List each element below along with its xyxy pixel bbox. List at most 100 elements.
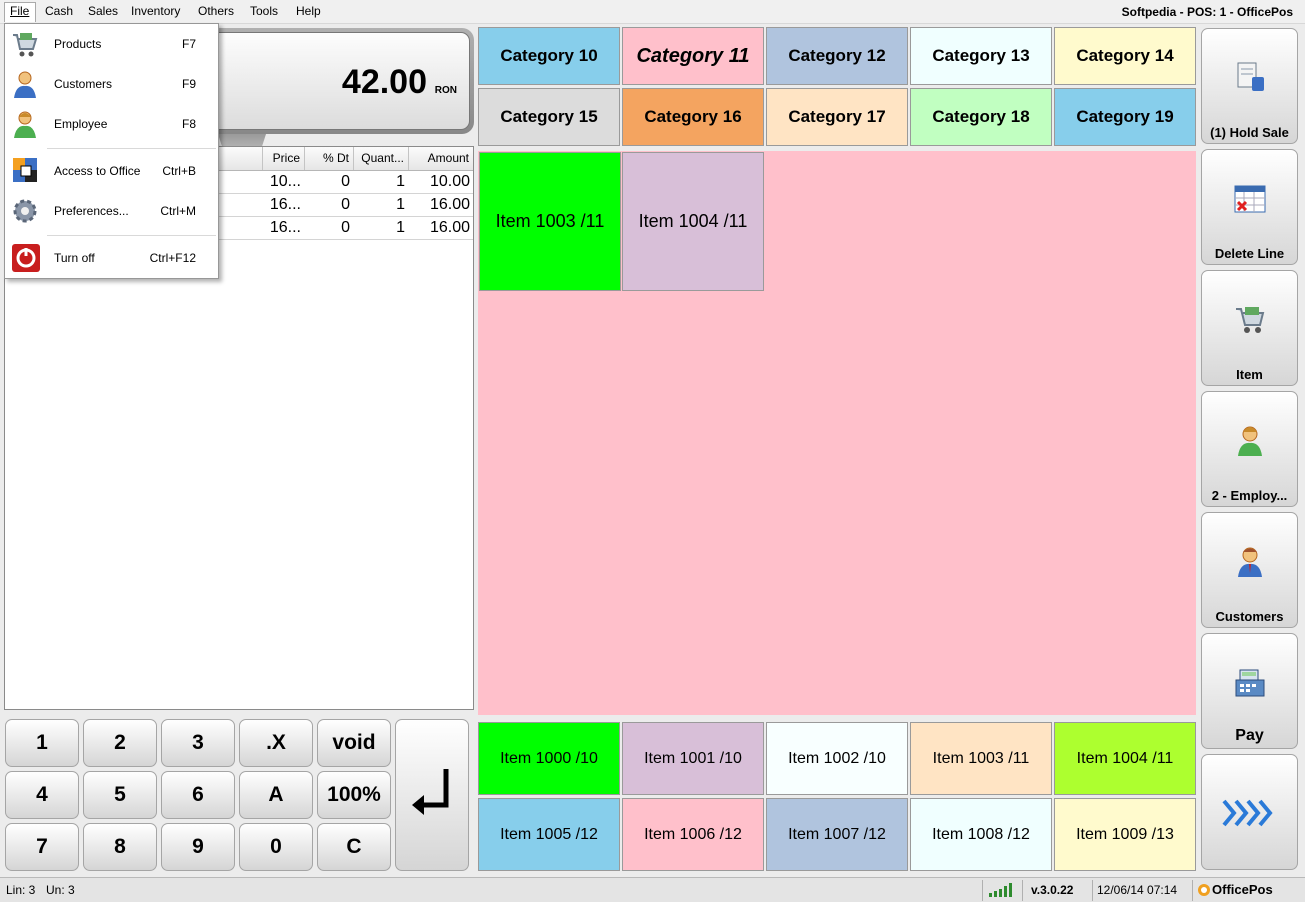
menu-item-label: Turn off	[54, 251, 95, 265]
quick-item-button[interactable]: Item 1003 /11	[910, 722, 1052, 795]
menu-item-shortcut: Ctrl+B	[162, 164, 196, 178]
cell-quantity: 1	[396, 196, 405, 213]
quick-item-button[interactable]: Item 1007 /12	[766, 798, 908, 871]
menu-item-label: Employee	[54, 117, 108, 131]
key-5[interactable]: 5	[83, 771, 157, 819]
quick-item-button[interactable]: Item 1008 /12	[910, 798, 1052, 871]
category-button[interactable]: Category 17	[766, 88, 908, 146]
customers-button[interactable]: Customers	[1201, 512, 1298, 628]
menu-item-customers[interactable]: Customers F9	[5, 69, 218, 99]
item-button[interactable]: Item	[1201, 270, 1298, 386]
col-amount[interactable]: Amount	[408, 147, 473, 170]
category-button[interactable]: Category 10	[478, 27, 620, 85]
key-2[interactable]: 2	[83, 719, 157, 767]
menu-item-turn-off[interactable]: Turn off Ctrl+F12	[5, 243, 218, 273]
file-menu-dropdown: Products F7 Customers F9 Employee F8 Acc…	[4, 23, 219, 279]
hold-sale-icon	[1237, 62, 1264, 91]
item-button[interactable]: Item 1003 /11	[479, 152, 621, 291]
pay-label: Pay	[1235, 727, 1264, 744]
cell-price: 10...	[269, 173, 301, 190]
next-page-button[interactable]	[1201, 754, 1298, 870]
key-a[interactable]: A	[239, 771, 313, 819]
cell-amount: 16.00	[429, 196, 470, 213]
menu-others[interactable]: Others	[198, 4, 234, 18]
menu-item-label: Access to Office	[54, 164, 141, 178]
pay-button[interactable]: Pay	[1201, 633, 1298, 749]
key-6[interactable]: 6	[161, 771, 235, 819]
category-button[interactable]: Category 18	[910, 88, 1052, 146]
status-units: Un: 3	[46, 883, 75, 897]
item-label: Item	[1236, 367, 1263, 382]
employee-button[interactable]: 2 - Employ...	[1201, 391, 1298, 507]
category-button[interactable]: Category 12	[766, 27, 908, 85]
cell-discount: 0	[341, 196, 350, 213]
key-100-percent[interactable]: 100%	[317, 771, 391, 819]
total-amount: 42.00	[341, 63, 427, 101]
key-3[interactable]: 3	[161, 719, 235, 767]
version-label: v.3.0.22	[1031, 883, 1074, 897]
enter-button[interactable]	[395, 719, 469, 871]
employee-icon	[14, 111, 36, 138]
category-button[interactable]: Category 16	[622, 88, 764, 146]
customer-icon	[14, 71, 36, 98]
menu-item-employee[interactable]: Employee F8	[5, 109, 218, 139]
customer-icon	[1238, 547, 1262, 577]
key-0[interactable]: 0	[239, 823, 313, 871]
currency-label: RON	[434, 85, 457, 96]
col-price[interactable]: Price	[262, 147, 304, 170]
menubar: File Cash Sales Inventory Others Tools H…	[0, 0, 1305, 24]
menu-file[interactable]: File	[10, 4, 29, 18]
item-button[interactable]: Item 1004 /11	[622, 152, 764, 291]
menu-sales[interactable]: Sales	[88, 4, 118, 18]
calendar-delete-icon	[1234, 185, 1266, 213]
key-8[interactable]: 8	[83, 823, 157, 871]
cash-register-icon	[1235, 669, 1265, 697]
menu-item-products[interactable]: Products F7	[5, 29, 218, 59]
menu-item-preferences[interactable]: Preferences... Ctrl+M	[5, 196, 218, 226]
menu-item-shortcut: Ctrl+M	[160, 204, 196, 218]
key-clear[interactable]: C	[317, 823, 391, 871]
quick-item-button[interactable]: Item 1004 /11	[1054, 722, 1196, 795]
menu-item-shortcut: Ctrl+F12	[149, 251, 196, 265]
key-multiply[interactable]: .X	[239, 719, 313, 767]
cell-discount: 0	[341, 173, 350, 190]
quick-item-button[interactable]: Item 1006 /12	[622, 798, 764, 871]
shopping-cart-icon	[1236, 307, 1265, 333]
menu-inventory[interactable]: Inventory	[131, 4, 180, 18]
key-1[interactable]: 1	[5, 719, 79, 767]
key-9[interactable]: 9	[161, 823, 235, 871]
menu-item-access-office[interactable]: Access to Office Ctrl+B	[5, 156, 218, 186]
menu-tools[interactable]: Tools	[250, 4, 278, 18]
menu-item-shortcut: F7	[181, 37, 196, 51]
office-access-icon	[13, 158, 37, 182]
category-button-selected[interactable]: Category 11	[622, 27, 764, 85]
key-4[interactable]: 4	[5, 771, 79, 819]
products-cart-icon	[13, 33, 38, 57]
col-discount[interactable]: % Dt	[304, 147, 353, 170]
category-button[interactable]: Category 14	[1054, 27, 1196, 85]
key-void[interactable]: void	[317, 719, 391, 767]
category-button[interactable]: Category 15	[478, 88, 620, 146]
key-7[interactable]: 7	[5, 823, 79, 871]
col-quantity[interactable]: Quant...	[353, 147, 408, 170]
category-button[interactable]: Category 19	[1054, 88, 1196, 146]
quick-item-button[interactable]: Item 1002 /10	[766, 722, 908, 795]
menu-help[interactable]: Help	[296, 4, 321, 18]
enter-arrow-icon	[412, 769, 449, 815]
app-title: Softpedia - POS: 1 - OfficePos	[1121, 5, 1293, 19]
brand-label: OfficePos	[1212, 882, 1273, 897]
quick-item-button[interactable]: Item 1005 /12	[478, 798, 620, 871]
quick-item-button[interactable]: Item 1009 /13	[1054, 798, 1196, 871]
datetime-label: 12/06/14 07:14	[1097, 883, 1178, 897]
delete-line-label: Delete Line	[1214, 246, 1285, 261]
cell-price: 16...	[269, 219, 301, 236]
quick-item-button[interactable]: Item 1000 /10	[478, 722, 620, 795]
quick-item-button[interactable]: Item 1001 /10	[622, 722, 764, 795]
hold-sale-label: (1) Hold Sale	[1210, 125, 1289, 140]
delete-line-button[interactable]: Delete Line	[1201, 149, 1298, 265]
menu-item-label: Preferences...	[54, 204, 129, 218]
menu-cash[interactable]: Cash	[45, 4, 73, 18]
category-button[interactable]: Category 13	[910, 27, 1052, 85]
hold-sale-button[interactable]: (1) Hold Sale	[1201, 28, 1298, 144]
cell-amount: 16.00	[429, 219, 470, 236]
